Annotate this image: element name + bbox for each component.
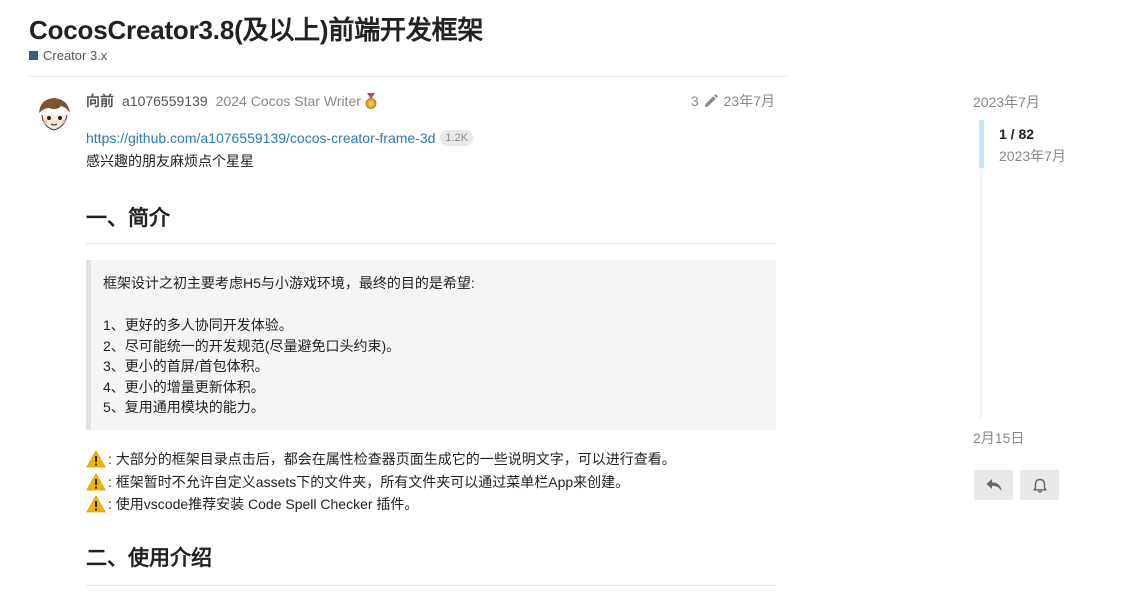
user-fullname: a1076559139 [122,93,208,109]
warning-list: : 大部分的框架目录点击后，都会在属性检查器页面生成它的一些说明文字，可以进行查… [86,448,676,516]
username-link[interactable]: 向前 [86,91,114,111]
reply-button[interactable] [974,470,1013,500]
timeline-position-date: 2023年7月 [999,148,1066,164]
warning-item: : 大部分的框架目录点击后，都会在属性检查器页面生成它的一些说明文字，可以进行查… [86,448,676,471]
edit-count[interactable]: 3 [691,93,699,109]
link-click-count: 1.2K [440,130,474,146]
bell-icon [1032,478,1047,493]
medal-icon [365,93,377,109]
avatar-illustration [34,94,74,134]
quote-goal-item: 2、尽可能统一的开发规范(尽量避免口头约束)。 [103,337,401,354]
post-author-meta: 向前 a1076559139 2024 Cocos Star Writer [86,91,378,111]
quote-goal-item: 5、复用通用模块的能力。 [103,399,265,415]
category-swatch [29,51,38,60]
timeline-position: 1 / 82 [999,126,1035,142]
warning-icon [86,450,106,468]
post-info: 3 23年7月 [691,91,775,111]
timeline-start-date[interactable]: 2023年7月 [973,92,1040,112]
warning-item: : 框架暂时不允许自定义assets下的文件夹，所有文件夹可以通过菜单栏App来… [86,471,676,494]
quote-intro: 框架设计之初主要考虑H5与小游戏环境，最终的目的是希望: [103,275,475,291]
warning-item: : 使用vscode推荐安装 Code Spell Checker 插件。 [86,493,676,516]
heading-divider [86,243,776,244]
heading-divider [86,585,776,586]
quote-goal-item: 3、更小的首屏/首包体积。 [103,358,269,374]
repo-link[interactable]: https://github.com/a1076559139/cocos-cre… [86,130,435,146]
quote-goal-item: 1、更好的多人协同开发体验。 [103,317,293,333]
topic-title[interactable]: CocosCreator3.8(及以上)前端开发框架 [29,10,483,47]
warning-icon [86,495,106,513]
quote-goal-item: 4、更小的增量更新体积。 [103,378,265,395]
warning-text: : 大部分的框架目录点击后，都会在属性检查器页面生成它的一些说明文字，可以进行查… [108,451,676,468]
thanks-text: 感兴趣的朋友麻烦点个星星 [86,153,254,169]
reply-icon [986,479,1001,491]
timeline-scroll-handle[interactable] [979,120,984,168]
post-date[interactable]: 23年7月 [724,91,775,111]
timeline-end-date[interactable]: 2月15日 [973,428,1024,448]
pencil-icon[interactable] [703,93,718,109]
warning-icon [86,473,106,491]
warning-text: : 使用vscode推荐安装 Code Spell Checker 插件。 [108,496,419,513]
blockquote: 框架设计之初主要考虑H5与小游戏环境，最终的目的是希望: 1、更好的多人协同开发… [86,260,776,430]
repo-link-line: https://github.com/a1076559139/cocos-cre… [86,130,474,146]
warning-text: : 框架暂时不允许自定义assets下的文件夹，所有文件夹可以通过菜单栏App来… [108,473,630,490]
user-title: 2024 Cocos Star Writer [215,93,361,109]
avatar[interactable] [33,93,75,135]
heading-intro: 一、简介 [86,207,170,230]
category-label: Creator 3.x [43,48,108,63]
category-badge[interactable]: Creator 3.x [29,48,107,63]
notification-button[interactable] [1020,470,1059,500]
heading-usage: 二、使用介绍 [86,547,212,570]
title-divider [29,76,787,77]
